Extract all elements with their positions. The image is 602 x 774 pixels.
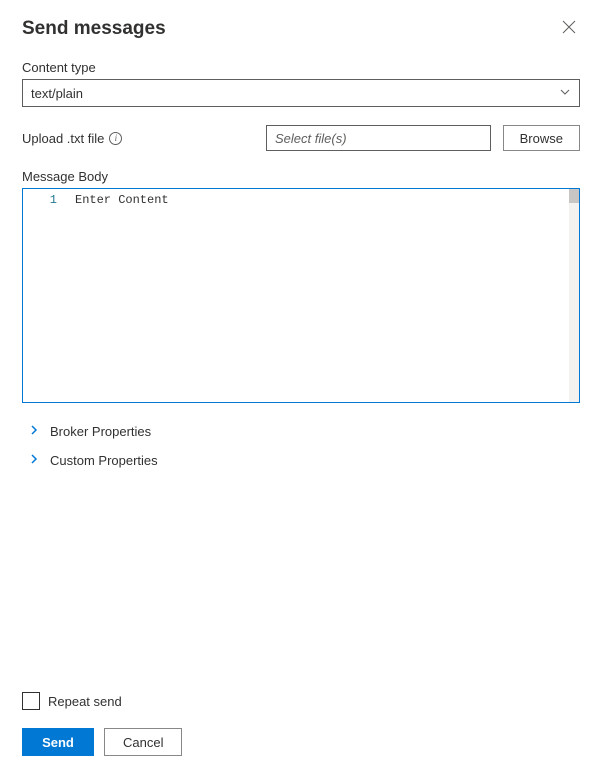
repeat-send-checkbox[interactable]	[22, 692, 40, 710]
info-icon[interactable]: i	[109, 132, 122, 145]
browse-button[interactable]: Browse	[503, 125, 580, 151]
custom-properties-label: Custom Properties	[50, 453, 158, 468]
content-type-dropdown[interactable]: text/plain	[22, 79, 580, 107]
editor-content[interactable]: Enter Content	[75, 189, 579, 402]
line-number: 1	[23, 193, 57, 207]
chevron-right-icon	[28, 424, 40, 439]
upload-label: Upload .txt file i	[22, 131, 254, 146]
upload-label-text: Upload .txt file	[22, 131, 104, 146]
broker-properties-expander[interactable]: Broker Properties	[22, 417, 580, 446]
chevron-right-icon	[28, 453, 40, 468]
message-body-editor[interactable]: 1 Enter Content	[22, 188, 580, 403]
broker-properties-label: Broker Properties	[50, 424, 151, 439]
content-type-label: Content type	[22, 60, 580, 75]
repeat-send-label: Repeat send	[48, 694, 122, 709]
chevron-down-icon	[559, 86, 571, 101]
scrollbar-thumb[interactable]	[569, 189, 579, 203]
message-body-label: Message Body	[22, 169, 580, 184]
content-type-value: text/plain	[31, 86, 83, 101]
file-select-input[interactable]	[266, 125, 491, 151]
page-title: Send messages	[22, 18, 166, 40]
send-button[interactable]: Send	[22, 728, 94, 756]
custom-properties-expander[interactable]: Custom Properties	[22, 446, 580, 475]
editor-gutter: 1	[23, 189, 75, 402]
editor-scrollbar[interactable]	[569, 189, 579, 402]
close-icon[interactable]	[558, 16, 580, 42]
cancel-button[interactable]: Cancel	[104, 728, 182, 756]
